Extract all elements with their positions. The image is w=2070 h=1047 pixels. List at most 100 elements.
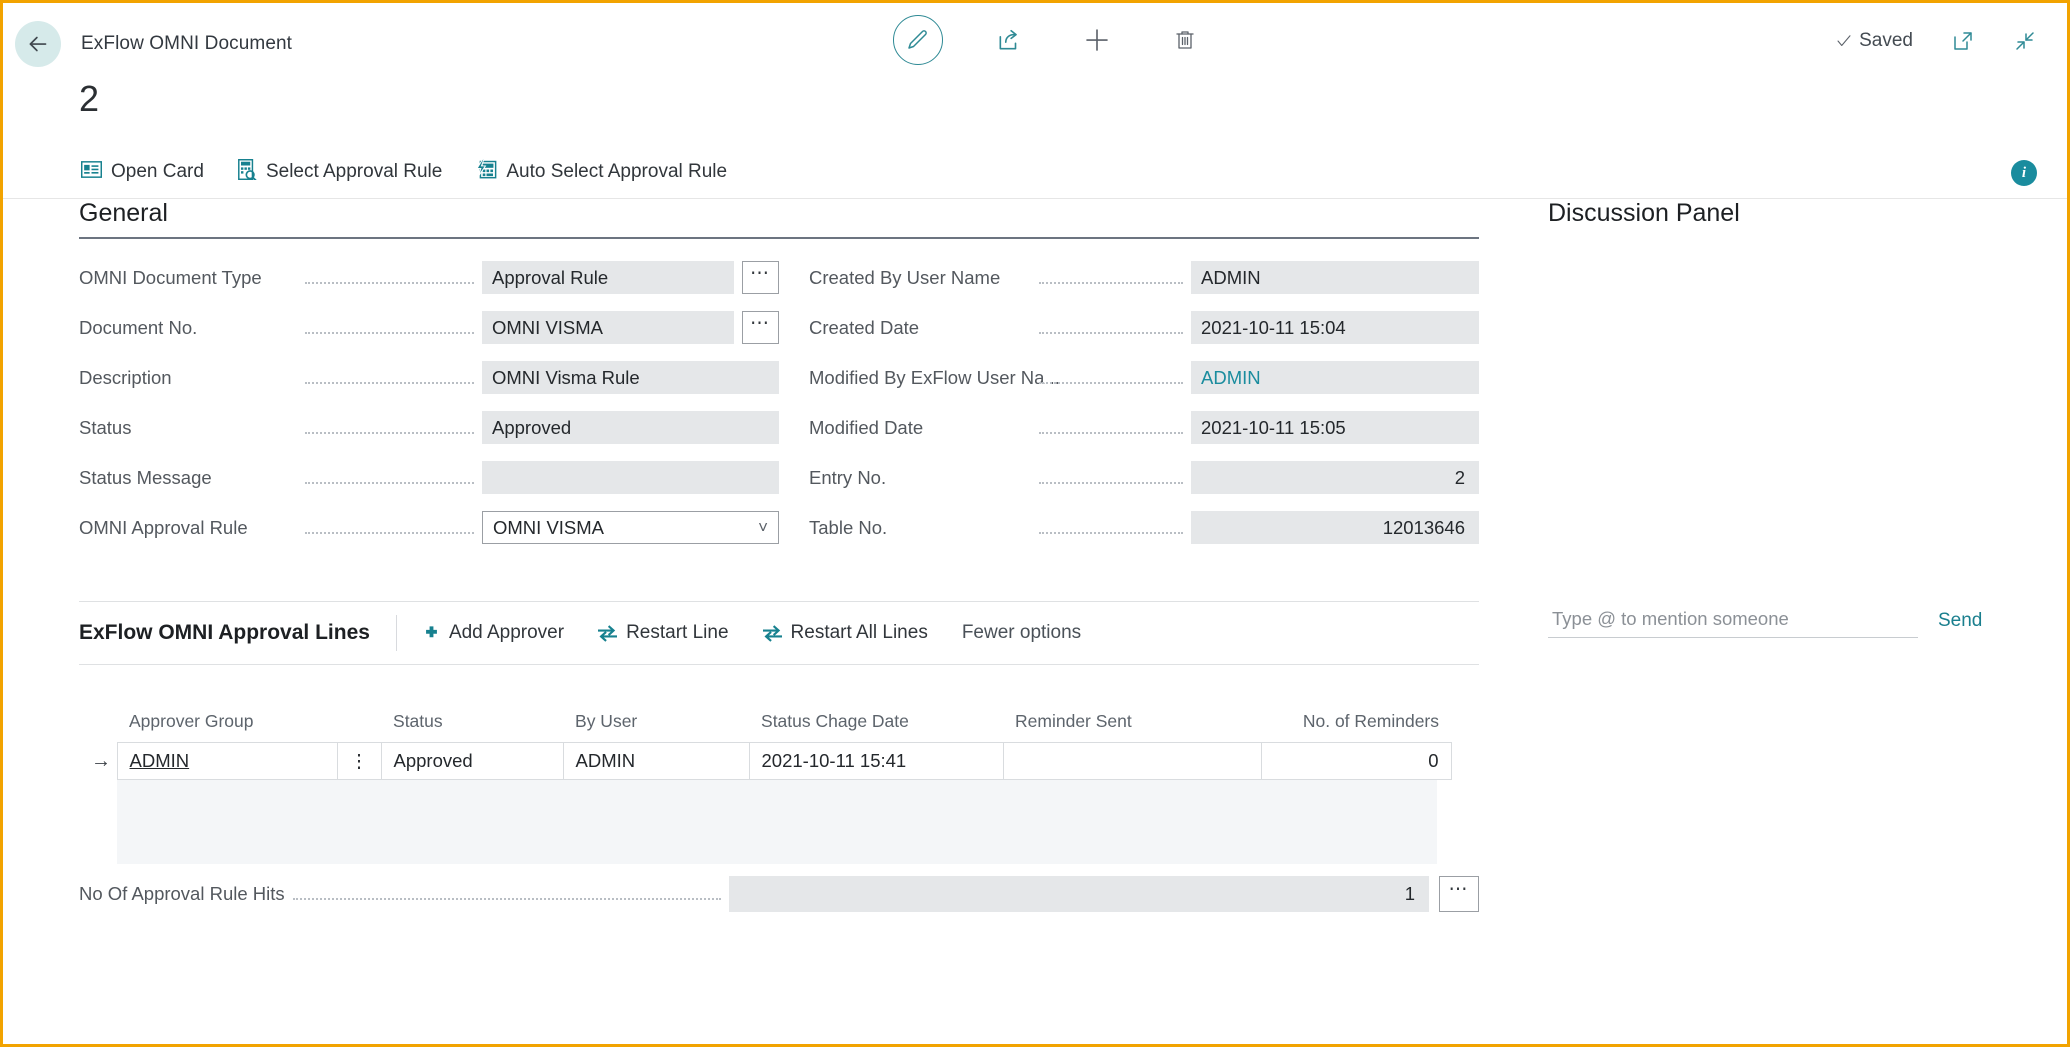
omni-document-type-assist-button[interactable]: ⋯ (742, 261, 779, 294)
field-label: Created By User Name (809, 267, 1031, 289)
leader-dots (305, 282, 474, 284)
field-created-by-user-name: Created By User Name ADMIN (809, 261, 1479, 294)
add-approver-button[interactable]: Add Approver (423, 622, 564, 644)
description-value[interactable]: OMNI Visma Rule (482, 361, 779, 394)
select-rule-icon (238, 159, 257, 186)
cell-by-user[interactable]: ADMIN (563, 743, 749, 780)
send-button[interactable]: Send (1938, 610, 1982, 638)
created-by-user-name-value[interactable]: ADMIN (1191, 261, 1479, 294)
pencil-icon (906, 28, 930, 52)
table-row[interactable]: → ADMIN ⋮ Approved ADMIN 2021-10-11 15:4… (79, 743, 1451, 780)
collapse-button[interactable] (2013, 29, 2037, 53)
entry-no-value[interactable]: 2 (1191, 461, 1479, 494)
add-approver-label: Add Approver (449, 622, 564, 644)
field-label: Modified By ExFlow User Na... (809, 367, 1031, 389)
page-title: 2 (79, 81, 99, 117)
field-label: Modified Date (809, 417, 1031, 439)
discussion-input[interactable] (1548, 604, 1918, 638)
approver-group-link[interactable]: ADMIN (130, 750, 190, 771)
general-section-title: General (79, 199, 1479, 237)
plus-icon (423, 625, 440, 642)
open-card-button[interactable]: Open Card (81, 161, 204, 184)
omni-approval-rule-select[interactable]: OMNI VISMA ˅ (482, 511, 779, 544)
column-header-reminder-sent[interactable]: Reminder Sent (1003, 711, 1261, 743)
field-label: Created Date (809, 317, 1031, 339)
field-label: Status Message (79, 467, 297, 489)
restart-all-lines-button[interactable]: Restart All Lines (763, 622, 928, 644)
discussion-input-row: Send (1548, 604, 2028, 638)
document-no-assist-button[interactable]: ⋯ (742, 311, 779, 344)
field-document-no: Document No. OMNI VISMA ⋯ (79, 311, 779, 344)
cell-no-of-reminders[interactable]: 0 (1261, 743, 1451, 780)
column-header-approver-group[interactable]: Approver Group (117, 711, 381, 743)
open-new-window-icon (1951, 29, 1975, 53)
approval-lines-toolbar: ExFlow OMNI Approval Lines Add Approver (79, 602, 1479, 664)
cell-status-chage-date[interactable]: 2021-10-11 15:41 (749, 743, 1003, 780)
general-left-column: OMNI Document Type Approval Rule ⋯ Docum… (79, 261, 779, 561)
status-badge: Saved (1835, 30, 1913, 52)
back-arrow-icon (25, 31, 51, 57)
status-message-value[interactable] (482, 461, 779, 494)
leader-dots (1039, 332, 1183, 334)
action-ribbon: Open Card Select Approval Rule (3, 145, 2067, 199)
status-value[interactable]: Approved (482, 411, 779, 444)
field-label: Description (79, 367, 297, 389)
modified-date-value[interactable]: 2021-10-11 15:05 (1191, 411, 1479, 444)
restart-all-lines-label: Restart All Lines (791, 622, 928, 644)
column-header-status[interactable]: Status (381, 711, 563, 743)
leader-dots (305, 332, 474, 334)
created-date-value[interactable]: 2021-10-11 15:04 (1191, 311, 1479, 344)
cell-approver-group[interactable]: ADMIN (117, 743, 337, 780)
no-of-approval-rule-hits-assist-button[interactable]: ⋯ (1439, 876, 1479, 912)
column-header-status-chage-date[interactable]: Status Chage Date (749, 711, 1003, 743)
cell-status[interactable]: Approved (381, 743, 563, 780)
auto-select-approval-rule-label: Auto Select Approval Rule (506, 161, 727, 183)
delete-button[interactable] (1163, 18, 1207, 62)
chevron-down-icon: ˅ (758, 518, 768, 538)
cell-reminder-sent[interactable] (1003, 743, 1261, 780)
back-button[interactable] (15, 21, 61, 67)
leader-dots (305, 532, 474, 534)
edit-button[interactable] (893, 15, 943, 65)
field-label: OMNI Document Type (79, 267, 297, 289)
fewer-options-label: Fewer options (962, 622, 1081, 644)
document-no-value[interactable]: OMNI VISMA (482, 311, 734, 344)
open-card-label: Open Card (111, 161, 204, 183)
leader-dots (1039, 432, 1183, 434)
row-menu-button[interactable]: ⋮ (337, 743, 381, 780)
approval-lines-table: Approver Group Status By User Status Cha… (79, 711, 1479, 864)
exflow-omni-document-page: ExFlow OMNI Document 2 (0, 0, 2070, 1047)
fewer-options-button[interactable]: Fewer options (962, 622, 1081, 644)
open-card-icon (81, 161, 102, 184)
restart-line-button[interactable]: Restart Line (598, 622, 728, 644)
info-icon[interactable]: i (2011, 160, 2037, 186)
check-icon (1835, 32, 1853, 50)
field-label: Table No. (809, 517, 1031, 539)
select-approval-rule-label: Select Approval Rule (266, 161, 442, 183)
share-button[interactable] (987, 18, 1031, 62)
auto-select-approval-rule-button[interactable]: Auto Select Approval Rule (476, 159, 727, 186)
breadcrumb: ExFlow OMNI Document (81, 33, 292, 55)
plus-icon (1082, 25, 1112, 55)
column-header-no-of-reminders[interactable]: No. of Reminders (1261, 711, 1451, 743)
open-in-new-window-button[interactable] (1951, 29, 1975, 53)
select-approval-rule-button[interactable]: Select Approval Rule (238, 159, 442, 186)
omni-approval-rule-value: OMNI VISMA (493, 517, 604, 539)
leader-dots (1039, 282, 1183, 284)
trash-icon (1173, 28, 1197, 52)
column-header-by-user[interactable]: By User (563, 711, 749, 743)
no-of-approval-rule-hits-value[interactable]: 1 (729, 876, 1429, 912)
field-modified-date: Modified Date 2021-10-11 15:05 (809, 411, 1479, 444)
saved-label: Saved (1859, 30, 1913, 52)
table-no-value[interactable]: 12013646 (1191, 511, 1479, 544)
modified-by-exflow-user-name-value[interactable]: ADMIN (1191, 361, 1479, 394)
field-label: OMNI Approval Rule (79, 517, 297, 539)
restart-line-label: Restart Line (626, 622, 728, 644)
left-pane: General OMNI Document Type Approval Rule… (79, 199, 1479, 912)
new-button[interactable] (1075, 18, 1119, 62)
auto-select-rule-icon (476, 159, 497, 186)
field-status: Status Approved (79, 411, 779, 444)
omni-document-type-value[interactable]: Approval Rule (482, 261, 734, 294)
field-omni-approval-rule: OMNI Approval Rule OMNI VISMA ˅ (79, 511, 779, 544)
leader-dots (305, 432, 474, 434)
